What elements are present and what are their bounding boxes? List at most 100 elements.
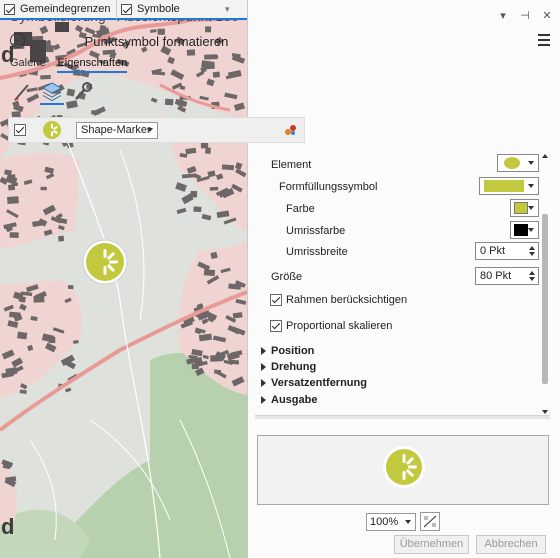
symbol-preview — [257, 435, 549, 505]
layer-visible-checkbox[interactable] — [14, 124, 26, 136]
section-ausgabe[interactable]: Ausgabe — [261, 394, 317, 406]
section-position[interactable]: Position — [261, 345, 314, 357]
tab-layers[interactable] — [40, 79, 64, 105]
building-footprint — [221, 164, 235, 171]
building-footprint — [212, 71, 221, 78]
size-input[interactable]: 80 Pkt — [475, 267, 539, 285]
pane-options-icon[interactable]: ▾ — [496, 9, 510, 23]
pin-icon[interactable]: ▾ — [225, 4, 235, 14]
respect-frame-checkbox[interactable] — [270, 294, 282, 306]
building-footprint — [204, 54, 218, 60]
spin-down-icon[interactable] — [529, 277, 535, 281]
building-footprint — [204, 64, 215, 70]
respect-frame-row[interactable]: Rahmen berücksichtigen — [270, 294, 407, 306]
tab-symbole[interactable]: Symbole ▾ — [117, 0, 239, 19]
preview-zoom-dropdown[interactable]: 100% — [366, 513, 416, 531]
marker-type-dropdown[interactable]: Shape-Marker — [76, 121, 158, 139]
tab-structure[interactable] — [70, 79, 94, 105]
building-footprint — [164, 98, 174, 106]
gemeindegrenzen-checkbox[interactable] — [4, 3, 15, 15]
chevron-down-icon — [405, 520, 411, 524]
wrench-icon — [75, 82, 92, 100]
respect-frame-label: Rahmen berücksichtigen — [286, 294, 408, 306]
chevron-down-icon — [528, 184, 534, 188]
properties-scrollbar[interactable] — [541, 154, 549, 414]
fill-color-swatch — [514, 202, 528, 214]
outline-color-swatch — [514, 224, 528, 236]
color-label: Farbe — [286, 203, 315, 215]
element-label: Element — [271, 159, 312, 171]
hamburger-menu-icon[interactable] — [538, 34, 550, 49]
symbole-checkbox[interactable] — [121, 3, 132, 15]
fill-color-button[interactable] — [510, 199, 539, 217]
tab-label: Symbole — [137, 3, 180, 15]
close-icon[interactable]: ✕ — [540, 9, 554, 23]
building-footprint — [19, 389, 27, 395]
chevron-down-icon — [147, 127, 153, 132]
scrollbar-thumb[interactable] — [542, 214, 548, 384]
section-versatzentfernung[interactable]: Versatzentfernung — [261, 377, 367, 389]
chevron-down-icon — [528, 161, 534, 165]
pane-splitter[interactable] — [255, 415, 550, 419]
outline-width-input[interactable]: 0 Pkt — [475, 242, 539, 260]
cancel-button[interactable]: Abbrechen — [476, 535, 546, 554]
map-layer-tabs: Gemeindegrenzen Symbole ▾ — [0, 0, 247, 20]
symbol-layer-row[interactable]: Shape-Marker — [8, 117, 305, 143]
tab-gemeindegrenzen[interactable]: Gemeindegrenzen — [0, 0, 117, 19]
fill-symbol-swatch — [484, 180, 524, 192]
property-tool-tabs — [10, 79, 94, 105]
zoom-value: 100% — [370, 516, 399, 528]
expand-icon — [261, 347, 266, 355]
element-symbol-button[interactable] — [497, 154, 539, 172]
toggle-preview-background-button[interactable] — [420, 512, 440, 531]
marker-type-value: Shape-Marker — [81, 123, 151, 136]
paintbrush-icon — [14, 84, 29, 101]
building-footprint — [17, 331, 28, 340]
apply-button[interactable]: Übernehmen — [394, 535, 469, 554]
building-footprint — [67, 284, 74, 290]
size-value: 80 Pkt — [480, 270, 512, 282]
building-footprint — [205, 147, 211, 154]
building-footprint — [203, 269, 216, 277]
marker-thumbnail-icon — [43, 121, 61, 139]
scroll-down-icon[interactable] — [542, 410, 548, 414]
section-label: Position — [271, 345, 315, 357]
pane-subtitle: Punktsymbol formatieren — [84, 34, 229, 49]
scale-proportional-row[interactable]: Proportional skalieren — [270, 320, 392, 332]
fill-symbol-label: Formfüllungssymbol — [279, 181, 378, 193]
chevron-down-icon — [528, 206, 534, 210]
building-footprint — [186, 49, 196, 56]
pin-icon[interactable]: ⊣ — [518, 9, 532, 23]
scroll-up-icon[interactable] — [542, 154, 548, 158]
spin-down-icon[interactable] — [529, 252, 535, 256]
section-label: Versatzentfernung — [271, 377, 367, 389]
expand-icon — [261, 396, 266, 404]
tab-eigenschaften[interactable]: Eigenschaften — [57, 57, 128, 73]
outline-color-label: Umrissfarbe — [286, 225, 346, 237]
color-lock-icon[interactable] — [282, 122, 298, 138]
building-footprint — [8, 184, 15, 191]
building-footprint — [193, 206, 202, 213]
section-drehung[interactable]: Drehung — [261, 361, 316, 373]
scale-proportional-checkbox[interactable] — [270, 320, 282, 332]
viewpoint-marker-icon[interactable] — [81, 238, 129, 286]
building-footprint — [176, 207, 187, 215]
map-place-label-bottom: d — [1, 514, 15, 539]
building-footprint — [65, 387, 72, 393]
tab-symbol[interactable] — [10, 79, 34, 105]
spin-up-icon[interactable] — [529, 271, 535, 275]
building-footprint — [58, 235, 65, 242]
fill-symbol-button[interactable] — [479, 177, 539, 195]
chevron-down-icon — [528, 228, 534, 232]
building-footprint — [150, 97, 158, 103]
tab-galerie[interactable]: Galerie — [10, 57, 45, 73]
building-footprint — [191, 363, 199, 370]
building-footprint — [91, 110, 100, 115]
layers-icon — [41, 82, 63, 102]
building-footprint — [175, 182, 187, 192]
outline-color-button[interactable] — [510, 221, 539, 239]
spin-up-icon[interactable] — [529, 246, 535, 250]
building-footprint — [9, 232, 19, 238]
size-label: Größe — [271, 271, 303, 283]
pane-title-buttons: ▾ ⊣ ✕ — [496, 9, 554, 23]
